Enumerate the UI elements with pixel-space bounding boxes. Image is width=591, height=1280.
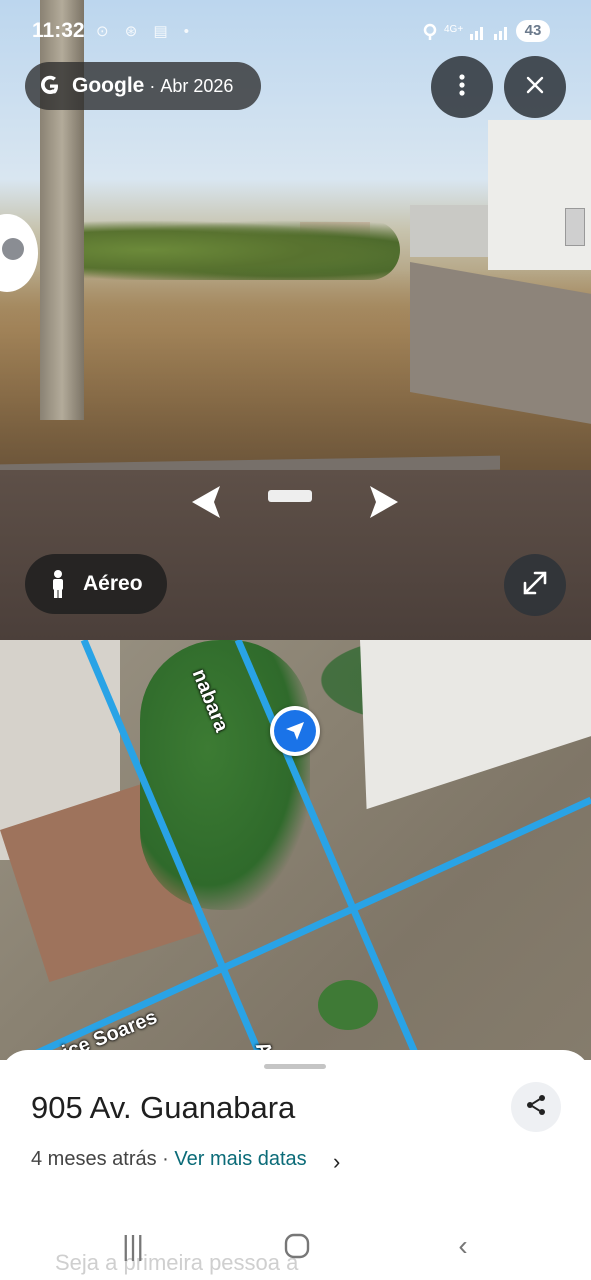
notification-icons: ⊙ ⊛ ▤ • [96, 23, 196, 40]
share-button[interactable] [511, 1082, 561, 1132]
battery-indicator: 43 [516, 20, 550, 42]
aerial-view-label: Aéreo [83, 572, 143, 595]
back-button[interactable]: ‹ [433, 1222, 493, 1270]
distant-car [268, 490, 312, 502]
expand-icon [520, 568, 550, 603]
close-button[interactable] [504, 56, 566, 118]
home-button[interactable] [267, 1222, 327, 1270]
sheet-handle[interactable] [264, 1064, 326, 1069]
imagery-age-line: 4 meses atrás · Ver mais datas [31, 1148, 307, 1171]
status-time: 11:32 [32, 19, 85, 42]
recents-button[interactable]: ||| [103, 1222, 163, 1270]
previous-position-arrow[interactable] [186, 482, 226, 527]
home-icon [284, 1233, 310, 1259]
more-vert-icon [458, 73, 466, 102]
white-building [488, 120, 591, 270]
more-options-button[interactable] [431, 56, 493, 118]
imagery-age: 4 meses atrás [31, 1148, 157, 1170]
navigation-arrow-icon [274, 710, 316, 752]
fullscreen-button[interactable] [504, 554, 566, 616]
current-position-marker[interactable] [270, 706, 320, 756]
next-position-arrow[interactable] [364, 482, 404, 527]
place-address: 905 Av. Guanabara [31, 1090, 296, 1125]
more-dates-link[interactable]: Ver mais datas [174, 1148, 306, 1170]
chevron-right-icon[interactable]: › [333, 1149, 340, 1175]
aerial-view-button[interactable]: Aéreo [25, 554, 167, 614]
imagery-date: Abr 2026 [160, 75, 234, 96]
close-icon [525, 75, 545, 100]
google-brand: Google [72, 74, 145, 97]
background-house [410, 205, 490, 257]
window [565, 208, 585, 246]
google-g-icon [38, 74, 62, 98]
imagery-attribution[interactable]: Google · Abr 2026 [25, 62, 261, 110]
dot-separator: · [156, 1148, 175, 1170]
satellite-map[interactable]: nabara ice Soares A [0, 640, 591, 1060]
share-icon [524, 1093, 548, 1122]
system-navigation-bar: ||| ‹ [0, 1222, 591, 1270]
separator: · [149, 75, 156, 96]
chevron-left-icon [192, 486, 220, 518]
chevron-right-icon [370, 486, 398, 518]
signal-icons: 4G+ [422, 21, 512, 46]
street-view-coverage-lines [13, 640, 591, 1060]
network-type: 4G+ [444, 24, 463, 35]
person-icon [47, 569, 69, 599]
status-bar: 11:32 ⊙ ⊛ ▤ • 4G+ 43 [0, 18, 591, 46]
